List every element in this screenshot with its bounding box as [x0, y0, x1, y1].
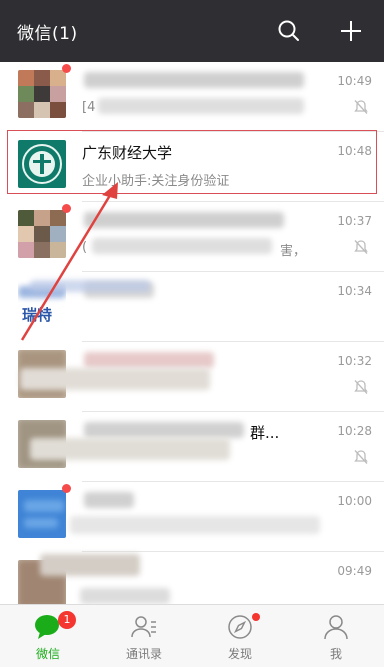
bottom-tab-bar: 1 微信 通讯录 发现 我	[0, 604, 384, 667]
tab-label: 我	[329, 647, 342, 661]
chat-row[interactable]: 群... 10:28	[0, 412, 384, 482]
tab-me[interactable]: 我	[288, 605, 384, 667]
compass-icon	[228, 615, 252, 639]
redacted-name	[84, 422, 244, 438]
mute-icon	[354, 240, 368, 254]
chat-name-tail: 群...	[250, 424, 280, 442]
chat-row[interactable]: 10:32	[0, 342, 384, 412]
chat-preview: (	[82, 240, 88, 255]
university-logo	[18, 140, 66, 188]
tab-contacts[interactable]: 通讯录	[96, 605, 192, 667]
chat-preview: 企业小助手:关注身份验证	[82, 174, 230, 189]
top-bar: 微信(1)	[0, 0, 384, 62]
avatar	[18, 490, 66, 538]
mute-icon	[354, 450, 368, 464]
chat-row[interactable]: ( 害， 10:37	[0, 202, 384, 272]
chat-time: 10:00	[337, 494, 372, 508]
tab-label: 发现	[227, 647, 252, 661]
tab-discover[interactable]: 发现	[192, 605, 288, 667]
contacts-icon	[131, 616, 156, 638]
redacted-name	[84, 492, 134, 508]
chat-row[interactable]: [4 10:49	[0, 62, 384, 132]
chat-time: 09:49	[337, 564, 372, 578]
redacted-preview	[80, 588, 170, 604]
chat-list: [4 10:49 广东财经大学 企业小助手:关注身份验证 10:48 (害， …	[0, 62, 384, 622]
redacted-preview	[92, 238, 272, 254]
avatar	[18, 210, 66, 258]
mute-icon	[354, 100, 368, 114]
chat-time: 10:34	[337, 284, 372, 298]
chat-time: 10:49	[337, 74, 372, 88]
app-title: 微信(1)	[17, 24, 78, 44]
person-icon	[324, 615, 348, 640]
new-dot	[252, 613, 260, 621]
chat-row[interactable]: 瑞特 10:34	[0, 272, 384, 342]
unread-dot	[62, 484, 71, 493]
redacted-preview	[20, 368, 210, 390]
chat-time: 10:28	[337, 424, 372, 438]
unread-dot	[62, 64, 71, 73]
chat-preview-tail: 害，	[280, 244, 307, 259]
redacted-name	[40, 554, 140, 576]
plus-icon[interactable]	[338, 18, 364, 44]
search-icon[interactable]	[276, 18, 302, 44]
unread-badge: 1	[58, 611, 76, 629]
chat-row[interactable]: 10:00	[0, 482, 384, 552]
chat-preview: [4	[82, 100, 96, 115]
redacted-preview	[98, 98, 304, 114]
tab-label: 通讯录	[125, 647, 162, 661]
chat-time: 10:37	[337, 214, 372, 228]
redacted-name	[84, 212, 284, 228]
redacted-preview	[30, 438, 230, 460]
chat-time: 10:48	[337, 144, 372, 158]
tab-label: 微信	[35, 647, 60, 661]
mute-icon	[354, 380, 368, 394]
avatar	[18, 70, 66, 118]
chat-time: 10:32	[337, 354, 372, 368]
redacted-preview	[70, 516, 320, 534]
unread-dot	[62, 204, 71, 213]
chat-name: 广东财经大学	[82, 144, 173, 162]
redacted-name	[84, 352, 214, 368]
chat-row-gdufe[interactable]: 广东财经大学 企业小助手:关注身份验证 10:48	[0, 132, 384, 202]
redacted-name	[84, 72, 304, 88]
avatar-text: 瑞特	[22, 306, 53, 324]
tab-chats[interactable]: 1 微信	[0, 605, 96, 667]
